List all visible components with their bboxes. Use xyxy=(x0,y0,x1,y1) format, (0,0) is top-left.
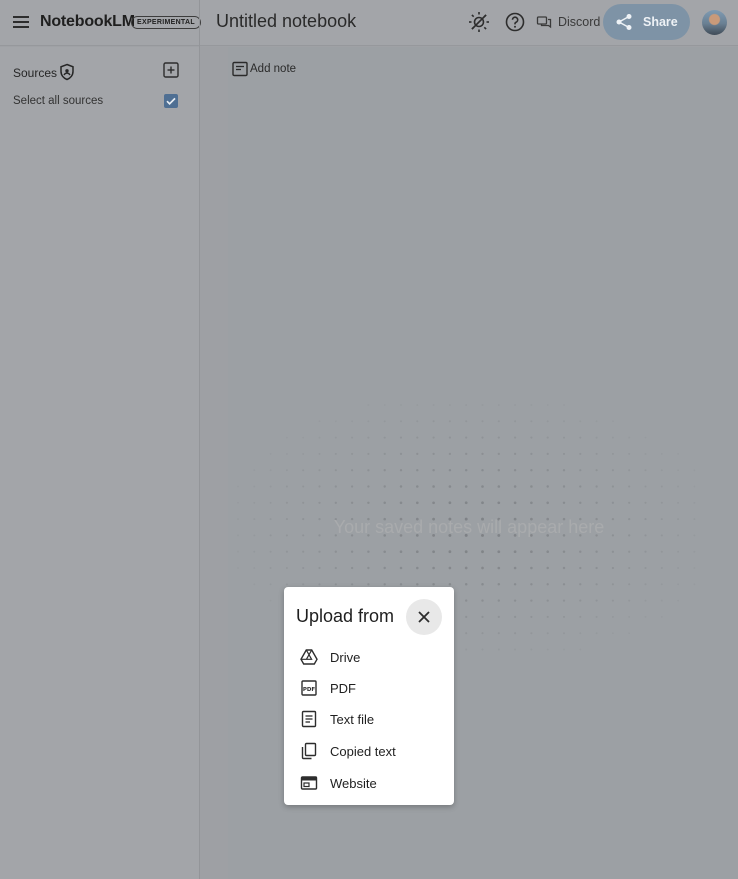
drive-icon xyxy=(300,649,318,665)
upload-option-pdf[interactable]: PDF PDF xyxy=(300,675,448,701)
experimental-badge: EXPERIMENTAL xyxy=(131,16,201,29)
discord-icon xyxy=(536,16,552,29)
dialog-title: Upload from xyxy=(296,606,395,626)
select-all-label: Select all sources xyxy=(13,95,104,107)
brightness-icon[interactable] xyxy=(467,10,491,34)
option-label: Copied text xyxy=(330,743,396,759)
copied-text-icon xyxy=(301,742,317,760)
select-all-checkbox[interactable] xyxy=(164,94,178,108)
option-label: Drive xyxy=(330,649,361,665)
shield-icon[interactable] xyxy=(59,63,75,86)
close-button[interactable] xyxy=(406,599,442,635)
svg-text:PDF: PDF xyxy=(303,687,316,693)
website-icon xyxy=(300,776,318,790)
discord-label: Discord xyxy=(558,15,601,29)
discord-button[interactable]: Discord xyxy=(536,11,600,33)
brand-logo: NotebookLM xyxy=(40,13,135,30)
upload-option-website[interactable]: Website xyxy=(300,770,448,796)
upload-option-drive[interactable]: Drive xyxy=(300,644,448,670)
add-source-icon[interactable] xyxy=(163,62,179,83)
sources-heading: Sources xyxy=(13,66,58,80)
option-label: PDF xyxy=(330,680,356,696)
share-label: Share xyxy=(643,15,678,29)
close-icon xyxy=(418,611,430,623)
help-icon[interactable] xyxy=(503,10,527,34)
avatar[interactable] xyxy=(702,10,727,35)
pdf-icon: PDF xyxy=(301,680,317,696)
sources-sidebar: Sources Select all sources xyxy=(0,47,199,879)
add-note-label: Add note xyxy=(250,63,297,75)
share-button[interactable]: Share xyxy=(603,4,690,40)
option-label: Website xyxy=(330,775,377,791)
note-icon xyxy=(232,61,248,77)
upload-dialog: Upload from Drive PDF PDF Text file Copi… xyxy=(284,587,454,805)
upload-option-copied-text[interactable]: Copied text xyxy=(300,738,448,764)
add-note-button[interactable]: Add note xyxy=(232,61,296,77)
empty-notes-message: Your saved notes will appear here xyxy=(333,517,605,537)
share-icon xyxy=(616,14,632,30)
top-bar: NotebookLM EXPERIMENTAL Untitled noteboo… xyxy=(0,0,738,46)
menu-icon[interactable] xyxy=(10,11,32,33)
checkmark-icon xyxy=(166,97,176,106)
upload-option-text-file[interactable]: Text file xyxy=(300,706,448,732)
notebook-title[interactable]: Untitled notebook xyxy=(216,11,356,32)
text-file-icon xyxy=(301,710,317,728)
option-label: Text file xyxy=(330,711,375,727)
